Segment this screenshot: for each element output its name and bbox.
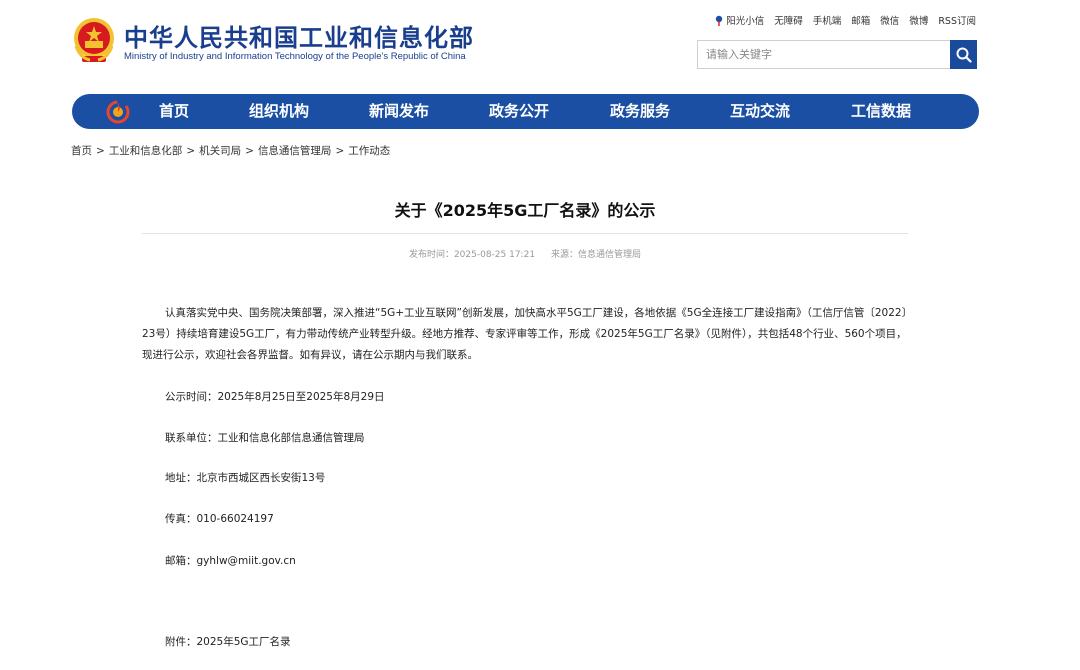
- top-links: 阳光小信 无障碍 手机端 邮箱 微信 微博 RSS订阅: [715, 13, 976, 27]
- breadcrumb-home[interactable]: 首页: [71, 145, 92, 157]
- breadcrumb-separator: >: [96, 145, 105, 157]
- nav-interaction[interactable]: 互动交流: [730, 94, 790, 129]
- notice-period: 公示时间：2025年8月25日至2025年8月29日: [165, 391, 385, 403]
- article-title: 关于《2025年5G工厂名录》的公示: [394, 201, 656, 220]
- search-button[interactable]: [950, 40, 977, 69]
- national-emblem-icon[interactable]: [72, 16, 116, 64]
- contact-address: 地址：北京市西城区西长安街13号: [165, 472, 326, 484]
- nav-news[interactable]: 新闻发布: [369, 94, 429, 129]
- title-divider: [142, 233, 908, 234]
- article-paragraph: 认真落实党中央、国务院决策部署，深入推进“5G+工业互联网”创新发展，加快高水平…: [142, 307, 907, 361]
- site-header: 中华人民共和国工业和信息化部 Ministry of Industry and …: [0, 0, 1080, 90]
- toplink-wechat[interactable]: 微信: [880, 13, 899, 27]
- breadcrumb-departments[interactable]: 机关司局: [199, 145, 241, 157]
- toplink-rss[interactable]: RSS订阅: [938, 13, 976, 27]
- nav-organization[interactable]: 组织机构: [249, 94, 309, 129]
- contact-fax: 传真：010-66024197: [165, 513, 274, 525]
- toplink-mail[interactable]: 邮箱: [851, 13, 870, 27]
- site-title[interactable]: 中华人民共和国工业和信息化部: [124, 18, 474, 53]
- search-input[interactable]: [698, 41, 951, 68]
- toplink-mobile[interactable]: 手机端: [813, 13, 842, 27]
- breadcrumb: 首页 > 工业和信息化部 > 机关司局 > 信息通信管理局 > 工作动态: [71, 143, 390, 158]
- contact-email: 邮箱：gyhlw@miit.gov.cn: [165, 555, 296, 567]
- nav-government-services[interactable]: 政务服务: [610, 94, 670, 129]
- toplink-accessibility[interactable]: 无障碍: [774, 13, 803, 27]
- pin-icon: [716, 15, 723, 26]
- nav-government-affairs[interactable]: 政务公开: [489, 94, 549, 129]
- breadcrumb-separator: >: [335, 145, 345, 157]
- attachment-link[interactable]: 附件：2025年5G工厂名录: [165, 634, 291, 649]
- breadcrumb-separator: >: [245, 145, 254, 157]
- nav-home[interactable]: 首页: [159, 94, 189, 129]
- breadcrumb-miit[interactable]: 工业和信息化部: [109, 145, 183, 157]
- toplink-weibo[interactable]: 微博: [909, 13, 928, 27]
- site-subtitle: Ministry of Industry and Information Tec…: [124, 51, 466, 62]
- miit-logo-icon[interactable]: [106, 100, 130, 124]
- nav-industry-data[interactable]: 工信数据: [851, 94, 911, 129]
- publish-time: 发布时间：2025-08-25 17:21: [408, 250, 536, 260]
- breadcrumb-separator: >: [186, 145, 196, 157]
- article-meta: 发布时间：2025-08-25 17:21 来源：信息通信管理局: [142, 247, 908, 260]
- toplink-sunshine[interactable]: 阳光小信: [715, 13, 764, 27]
- article-source: 来源：信息通信管理局: [551, 250, 642, 260]
- search-box: [697, 40, 951, 69]
- contact-unit: 联系单位：工业和信息化部信息通信管理局: [165, 432, 365, 444]
- search-icon: [956, 47, 972, 63]
- breadcrumb-work-news[interactable]: 工作动态: [348, 145, 390, 157]
- main-nav: 首页 组织机构 新闻发布 政务公开 政务服务 互动交流 工信数据: [72, 94, 979, 129]
- breadcrumb-ict-bureau[interactable]: 信息通信管理局: [258, 145, 332, 157]
